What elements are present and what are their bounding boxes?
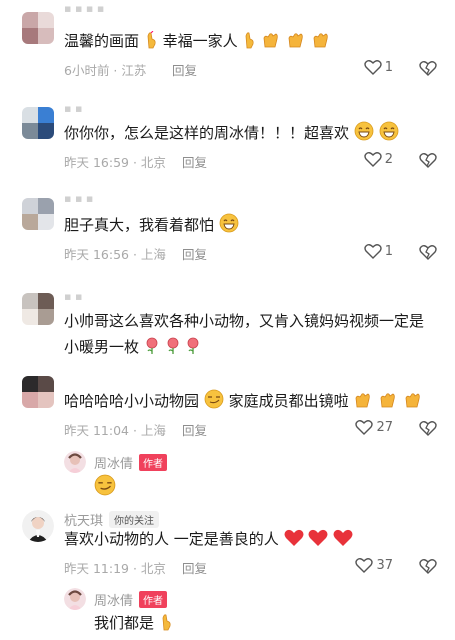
comment-text: 小帅哥这么喜欢各种小动物，又肯入镜妈妈视频一定是小暖男一枚 — [64, 308, 425, 363]
heart-icon — [364, 152, 382, 167]
comment-text: 胆子真大，我看着都怕 — [64, 212, 425, 241]
avatar[interactable] — [22, 376, 54, 408]
avatar[interactable] — [22, 12, 54, 44]
rose-emoji — [185, 337, 201, 363]
grin-emoji — [379, 121, 399, 149]
author-badge: 作者 — [139, 591, 168, 608]
grin-emoji — [219, 213, 239, 241]
like-button[interactable]: 2 — [364, 151, 393, 167]
comment-time-location: 昨天 16:56 · 上海 — [64, 247, 166, 262]
broken-heart-icon[interactable] — [419, 151, 437, 169]
broken-heart-icon[interactable] — [419, 243, 437, 261]
comment-text: 喜欢小动物的人 一定是善良的人 — [64, 526, 425, 555]
reply-username[interactable]: 周冰倩 作者 — [94, 590, 168, 609]
broken-heart-icon[interactable] — [419, 557, 437, 575]
rose-emoji — [165, 337, 181, 363]
grin-emoji — [354, 121, 374, 149]
pray-hands-emoji — [242, 31, 256, 57]
username[interactable]: ▪ ▪ ▪ — [64, 192, 93, 205]
clap-emoji — [353, 391, 373, 417]
heart-icon — [364, 60, 382, 75]
avatar[interactable] — [22, 198, 54, 230]
reply-button[interactable]: 回复 — [172, 60, 197, 79]
comment-time-location: 昨天 11:19 · 北京 — [64, 561, 166, 576]
avatar[interactable] — [22, 107, 54, 139]
reply-username[interactable]: 周冰倩 作者 — [94, 453, 168, 472]
avatar[interactable] — [64, 588, 86, 610]
red-heart-emoji — [308, 529, 328, 555]
clap-emoji — [261, 31, 281, 57]
username[interactable]: ▪ ▪ — [64, 290, 82, 303]
reply-text — [94, 474, 116, 500]
like-button[interactable]: 1 — [364, 59, 393, 75]
like-button[interactable]: 37 — [355, 557, 393, 573]
comment-time-location: 6小时前 · 江苏 — [64, 63, 147, 78]
smirk-emoji — [204, 389, 224, 417]
like-button[interactable]: 27 — [355, 419, 393, 435]
username[interactable]: ▪ ▪ ▪ ▪ — [64, 2, 104, 15]
pray-hands-emoji — [144, 30, 158, 57]
heart-icon — [355, 420, 374, 435]
smirk-emoji — [94, 474, 116, 500]
comment-text: 温馨的画面 幸福一家人 — [64, 28, 425, 57]
clap-emoji — [311, 31, 331, 57]
broken-heart-icon[interactable] — [419, 59, 437, 77]
heart-icon — [364, 244, 382, 259]
like-button[interactable]: 1 — [364, 243, 393, 259]
username[interactable]: ▪ ▪ — [64, 102, 82, 115]
reply-button[interactable]: 回复 — [182, 152, 207, 171]
red-heart-emoji — [284, 529, 304, 555]
clap-emoji — [378, 391, 398, 417]
clap-emoji — [286, 31, 306, 57]
reply-button[interactable]: 回复 — [182, 420, 207, 439]
like-count: 1 — [384, 59, 393, 75]
rose-emoji — [144, 337, 160, 363]
comment-text: 你你你，怎么是这样的周冰倩！！！超喜欢 — [64, 120, 425, 149]
author-badge: 作者 — [139, 454, 168, 471]
avatar[interactable] — [22, 510, 54, 542]
comment-text: 哈哈哈哈小小动物园 家庭成员都出镜啦 — [64, 388, 425, 417]
comment-time-location: 昨天 11:04 · 上海 — [64, 423, 166, 438]
like-count: 2 — [384, 151, 393, 167]
heart-icon — [355, 558, 374, 573]
reply-button[interactable]: 回复 — [182, 558, 207, 577]
like-count: 27 — [376, 419, 393, 435]
like-count: 1 — [384, 243, 393, 259]
avatar[interactable] — [64, 451, 86, 473]
pray-hands-emoji — [159, 613, 173, 635]
like-count: 37 — [376, 557, 393, 573]
reply-text: 我们都是 — [94, 612, 173, 635]
red-heart-emoji — [333, 529, 353, 555]
reply-button[interactable]: 回复 — [182, 244, 207, 263]
avatar[interactable] — [22, 293, 54, 325]
clap-emoji — [403, 391, 423, 417]
broken-heart-icon[interactable] — [419, 419, 437, 437]
comment-time-location: 昨天 16:59 · 北京 — [64, 155, 166, 170]
